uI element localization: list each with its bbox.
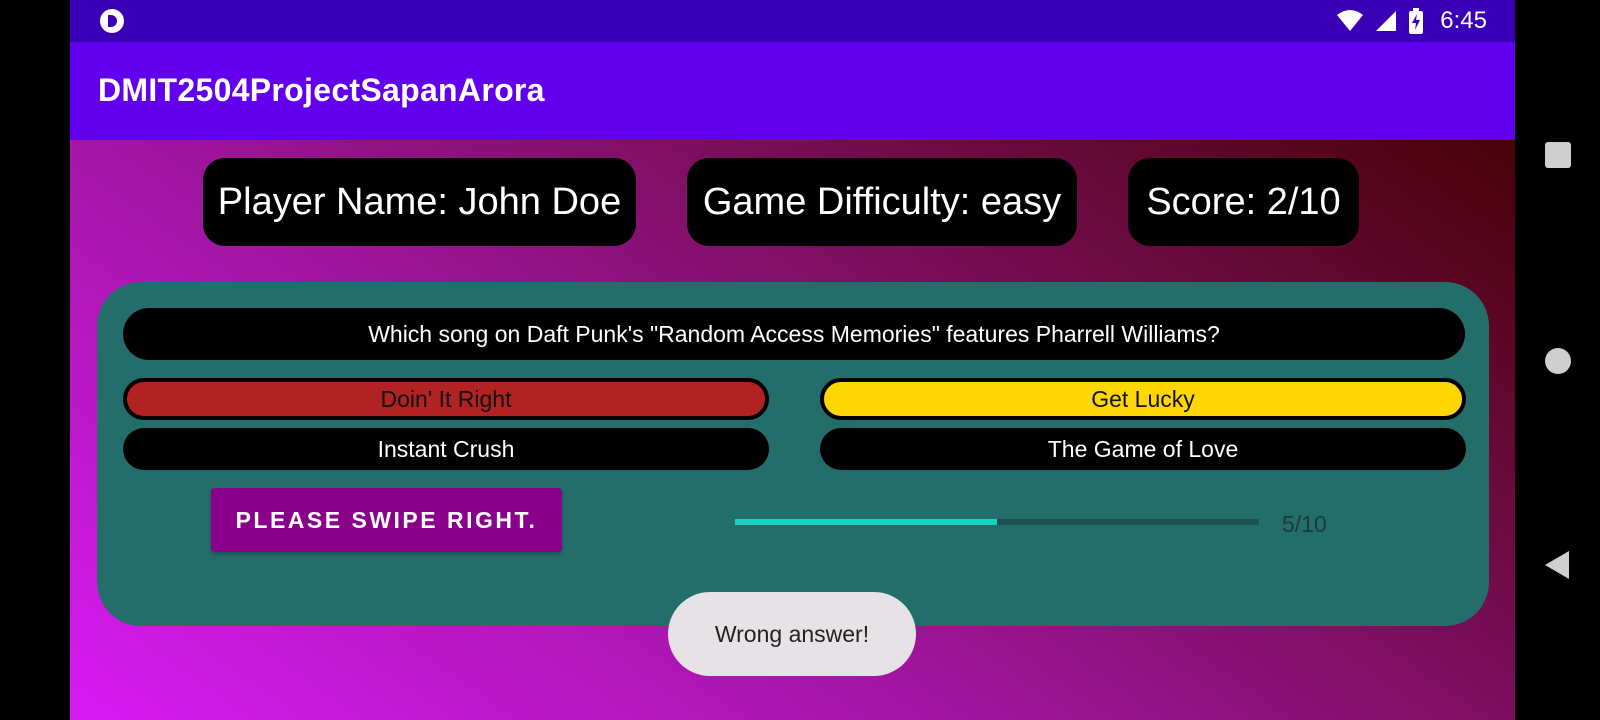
- back-icon[interactable]: [1545, 551, 1569, 579]
- progress-bar: [735, 519, 1259, 525]
- answer-button-4[interactable]: The Game of Love: [820, 428, 1466, 470]
- cell-signal-icon: [1376, 11, 1397, 31]
- recents-icon[interactable]: [1545, 142, 1571, 168]
- app-title: DMIT2504ProjectSapanArora: [98, 72, 545, 108]
- question-text: Which song on Daft Punk's "Random Access…: [123, 308, 1465, 360]
- status-icons: 6:45: [1336, 6, 1487, 36]
- game-content: Player Name: John Doe Game Difficulty: e…: [70, 140, 1515, 720]
- battery-charging-icon: [1409, 8, 1424, 34]
- answer-button-1[interactable]: Doin' It Right: [123, 378, 769, 420]
- answer-button-2[interactable]: Get Lucky: [820, 378, 1466, 420]
- progress-label: 5/10: [1282, 511, 1327, 537]
- answer-button-3[interactable]: Instant Crush: [123, 428, 769, 470]
- swipe-right-button[interactable]: PLEASE SWIPE RIGHT.: [211, 488, 562, 552]
- app-notification-icon: [100, 9, 124, 33]
- score-badge: Score: 2/10: [1128, 158, 1359, 246]
- question-card: Which song on Daft Punk's "Random Access…: [97, 282, 1489, 626]
- wifi-icon: [1337, 10, 1364, 31]
- player-name-badge: Player Name: John Doe: [203, 158, 636, 246]
- status-bar: 6:45: [70, 0, 1515, 42]
- status-time: 6:45: [1440, 7, 1487, 34]
- app-bar: DMIT2504ProjectSapanArora: [70, 42, 1515, 140]
- difficulty-badge: Game Difficulty: easy: [687, 158, 1077, 246]
- progress-bar-fill: [735, 519, 997, 525]
- wrong-answer-toast: Wrong answer!: [668, 592, 916, 676]
- home-icon[interactable]: [1545, 348, 1571, 374]
- phone-screen: 6:45 DMIT2504ProjectSapanArora Player Na…: [70, 0, 1515, 720]
